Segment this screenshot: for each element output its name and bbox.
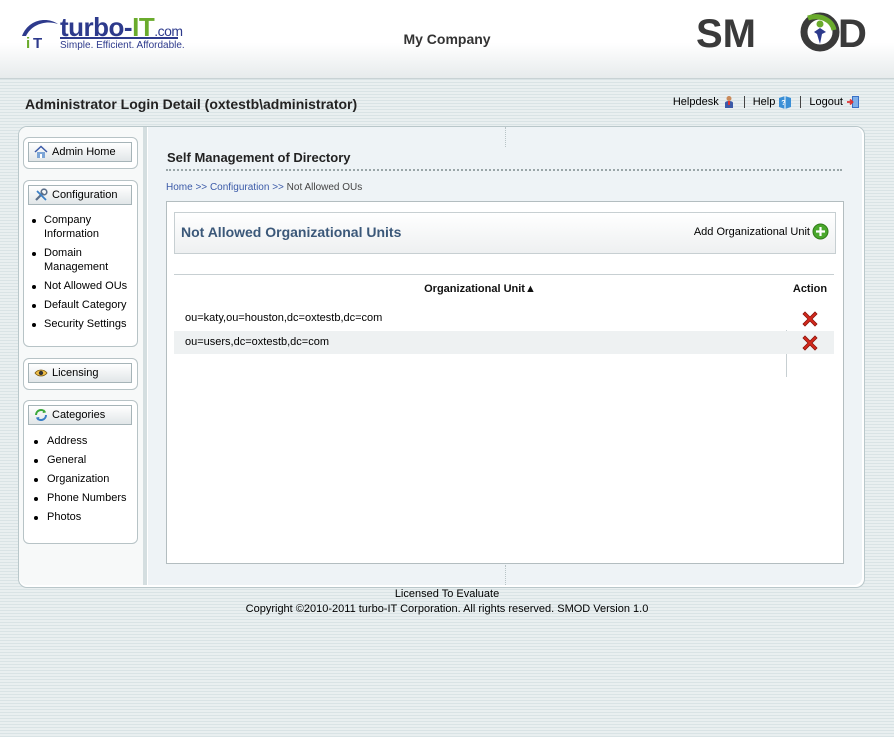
delete-icon[interactable] — [800, 333, 820, 353]
title-divider — [166, 169, 842, 171]
ou-cell: ou=users,dc=oxtestb,dc=com — [185, 336, 329, 348]
sidebar-item-address[interactable]: Address — [34, 434, 138, 453]
logout-link[interactable]: Logout — [809, 95, 860, 109]
sidebar-item-domain-management[interactable]: Domain Management — [32, 246, 136, 279]
table-row: ou=users,dc=oxtestb,dc=com — [174, 331, 834, 354]
logout-door-icon — [847, 96, 859, 108]
eye-icon — [34, 369, 48, 377]
refresh-categories-icon — [35, 409, 47, 421]
breadcrumb-separator: >> — [269, 182, 287, 193]
login-detail: Administrator Login Detail (oxtestb\admi… — [25, 96, 358, 112]
categories-button[interactable]: Categories — [28, 405, 132, 425]
help-link[interactable]: Help ? — [753, 95, 793, 109]
smod-letters-left: SM — [696, 12, 756, 54]
admin-home-box: Admin Home — [23, 137, 138, 169]
help-book-icon: ? — [779, 96, 792, 109]
ou-cell: ou=katy,ou=houston,dc=oxtestb,dc=com — [185, 312, 383, 324]
smod-logo: SM D — [696, 10, 878, 56]
admin-home-button[interactable]: Admin Home — [28, 142, 132, 162]
add-organizational-unit-button[interactable]: Add Organizational Unit — [694, 223, 829, 240]
footer-divider — [505, 565, 506, 585]
smod-letters-right: D — [838, 12, 867, 54]
svg-text:?: ? — [782, 100, 786, 107]
sort-ascending-icon: ▲ — [524, 283, 536, 295]
table-row: ou=katy,ou=houston,dc=oxtestb,dc=com — [174, 307, 834, 330]
breadcrumb: Home >> Configuration >> Not Allowed OUs — [166, 182, 362, 193]
sidebar-item-company-information[interactable]: Company Information — [32, 213, 136, 246]
column-header-action: Action — [792, 283, 828, 295]
helpdesk-person-icon — [724, 96, 733, 108]
copyright-text: Copyright ©2010-2011 turbo-IT Corporatio… — [245, 603, 649, 615]
sidebar-item-general[interactable]: General — [34, 453, 138, 472]
column-header-organizational-unit[interactable]: Organizational Unit▲ — [174, 283, 786, 295]
home-icon — [34, 145, 48, 158]
sidebar-item-not-allowed-ous[interactable]: Not Allowed OUs — [32, 279, 136, 298]
breadcrumb-current: Not Allowed OUs — [286, 182, 363, 193]
page-header: i T turbo-IT.com Simple. Efficient. Affo… — [0, 0, 894, 79]
page-title: Self Management of Directory — [167, 150, 351, 165]
tools-icon — [35, 188, 48, 201]
link-separator — [800, 96, 802, 108]
licensing-box: Licensing — [23, 358, 138, 390]
delete-icon[interactable] — [800, 309, 820, 329]
panel-title: Not Allowed Organizational Units — [181, 224, 402, 240]
configuration-list: Company Information Domain Management No… — [32, 213, 136, 336]
breadcrumb-home-link[interactable]: Home — [166, 182, 193, 193]
configuration-box: Configuration Company Information Domain… — [23, 180, 138, 347]
helpdesk-link[interactable]: Helpdesk — [673, 95, 736, 109]
link-separator — [743, 96, 745, 108]
configuration-button[interactable]: Configuration — [28, 185, 132, 205]
licensing-button[interactable]: Licensing — [28, 363, 132, 383]
categories-box: Categories Address General Organization … — [23, 400, 138, 544]
categories-list: Address General Organization Phone Numbe… — [34, 434, 138, 529]
sidebar-item-security-settings[interactable]: Security Settings — [32, 317, 136, 336]
sidebar-item-default-category[interactable]: Default Category — [32, 298, 136, 317]
top-links: Helpdesk Help ? Logout — [673, 95, 860, 109]
content-divider — [505, 127, 506, 147]
ou-panel — [166, 201, 844, 564]
breadcrumb-configuration-link[interactable]: Configuration — [210, 182, 269, 193]
breadcrumb-separator: >> — [192, 182, 210, 193]
ou-table: Organizational Unit▲ Action ou=katy,ou=h… — [174, 274, 834, 377]
sidebar-item-phone-numbers[interactable]: Phone Numbers — [34, 491, 138, 510]
sidebar: Admin Home Configuration Company Informa… — [19, 127, 147, 585]
sidebar-item-photos[interactable]: Photos — [34, 510, 138, 529]
sidebar-item-organization[interactable]: Organization — [34, 472, 138, 491]
add-plus-icon — [812, 223, 829, 240]
license-text: Licensed To Evaluate — [394, 588, 500, 600]
